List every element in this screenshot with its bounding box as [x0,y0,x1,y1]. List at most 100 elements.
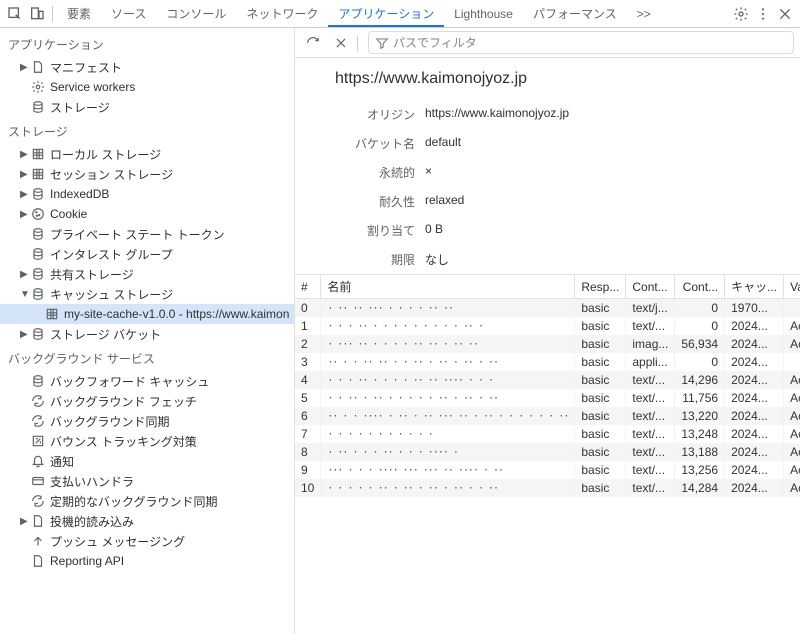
tree-item-label: マニフェスト [50,59,122,76]
tree-item[interactable]: ▼ キャッシュ ストレージ [0,284,294,304]
tree-item[interactable]: ▶セッション ストレージ [0,164,294,184]
file-icon [30,513,46,529]
table-row[interactable]: 9 ··· · · · ···· ··· ··· ·· ···· · ·· ba… [295,461,800,479]
table-row[interactable]: 0 · ·· ·· ··· · · · · ·· ··basictext/j..… [295,299,800,318]
refresh-icon[interactable] [301,31,325,55]
tree-item[interactable]: バックグラウンド フェッチ [0,391,294,411]
tree-item[interactable]: ▶ 共有ストレージ [0,264,294,284]
tree-item[interactable]: バックグラウンド同期 [0,411,294,431]
property-value: https://www.kaimonojyoz.jp [425,106,569,123]
expand-arrow-icon[interactable]: ▶ [20,62,30,73]
kebab-icon[interactable] [752,3,774,25]
filter-input[interactable]: パスでフィルタ [368,31,794,54]
tab-network[interactable]: ネットワーク [236,1,328,26]
tab-console[interactable]: コンソール [156,1,236,26]
expand-arrow-icon[interactable]: ▼ [20,289,30,300]
tree-item[interactable]: ストレージ [0,97,294,117]
table-row[interactable]: 5 · · ·· · ·· · · · · · ·· · ·· · ·· bas… [295,389,800,407]
tree-item[interactable]: バックフォワード キャッシュ [0,371,294,391]
settings-icon[interactable] [730,3,752,25]
tree-item[interactable]: 支払いハンドラ [0,471,294,491]
tree-item[interactable]: ▶ストレージ バケット [0,324,294,344]
expand-arrow-icon[interactable]: ▶ [20,269,30,280]
column-header[interactable]: キャッ... [725,275,784,299]
tree-item[interactable]: 定期的なバックグラウンド同期 [0,491,294,511]
file-icon [30,553,46,569]
section-title: アプリケーション [0,30,294,57]
property-value: × [425,164,432,181]
tree-item-label: 定期的なバックグラウンド同期 [50,493,218,510]
tab-lighthouse[interactable]: Lighthouse [444,3,523,25]
expand-arrow-icon[interactable]: ▶ [20,209,30,220]
db-icon [30,286,46,302]
bounce-icon [30,433,46,449]
expand-arrow-icon[interactable]: ▶ [20,169,30,180]
tree-item[interactable]: ▶投機的読み込み [0,511,294,531]
property-row: 期限なし [315,245,800,274]
close-icon[interactable] [774,3,796,25]
column-header[interactable]: # [295,275,321,299]
column-header[interactable]: Cont... [675,275,725,299]
inspect-icon[interactable] [4,3,26,25]
tree-item-label: バックフォワード キャッシュ [50,373,209,390]
table-row[interactable]: 3 ·· · · ·· ·· · · ·· · ·· · ·· · ··basi… [295,353,800,371]
db-icon [30,226,46,242]
tree-item[interactable]: ▶ Cookie [0,204,294,224]
tree-item[interactable]: Reporting API [0,551,294,571]
property-row: 耐久性relaxed [315,187,800,216]
tab-elements[interactable]: 要素 [57,1,101,26]
expand-arrow-icon[interactable]: ▶ [20,516,30,527]
table-row[interactable]: 2 · ··· ·· · · · · ·· ·· · ·· ·· basicim… [295,335,800,353]
property-label: 永続的 [315,164,425,181]
table-row[interactable]: 7 · · · · · · · · · · ·basictext/...13,2… [295,425,800,443]
section-title: バックグラウンド サービス [0,344,294,371]
tree-item[interactable]: Service workers [0,77,294,97]
tree-item-label: キャッシュ ストレージ [50,286,173,303]
column-header[interactable]: Vary ... [784,275,800,299]
sync-icon [30,493,46,509]
tree-item[interactable]: ▶ローカル ストレージ [0,144,294,164]
tree-item-label: 共有ストレージ [50,266,134,283]
tab-more[interactable]: >> [627,3,661,25]
table-row[interactable]: 4 · · · ·· · · · · ·· ·· ···· · · · basi… [295,371,800,389]
sync-icon [30,393,46,409]
table-row[interactable]: 8· ·· · · · ·· · · · ···· · basictext/..… [295,443,800,461]
tree-item[interactable]: バウンス トラッキング対策 [0,431,294,451]
application-sidebar: アプリケーション▶マニフェストService workersストレージストレージ… [0,28,295,634]
cookie-icon [30,206,46,222]
tree-item[interactable]: プッシュ メッセージング [0,531,294,551]
expand-arrow-icon[interactable]: ▶ [20,329,30,340]
db-icon [30,246,46,262]
tree-item[interactable]: 通知 [0,451,294,471]
tree-item-label: IndexedDB [50,187,109,201]
column-header[interactable]: 名前 [321,275,575,299]
cache-title: https://www.kaimonojyoz.jp [295,58,800,100]
delete-icon[interactable] [329,31,353,55]
table-row[interactable]: 1 · · · ·· · · · · · · · · · ·· · basict… [295,317,800,335]
tree-item-label: my-site-cache-v1.0.0 - https://www.kaimo… [64,307,289,321]
cache-entries-grid: #名前Resp...Cont...Cont...キャッ...Vary ... 0… [295,274,800,634]
tree-item[interactable]: ▶ マニフェスト [0,57,294,77]
expand-arrow-icon[interactable]: ▶ [20,149,30,160]
tree-item[interactable]: プライベート ステート トークン [0,224,294,244]
db-icon [30,326,46,342]
tab-performance[interactable]: パフォーマンス [523,1,627,26]
table-row[interactable]: 6·· · · ···· · ·· · ·· ··· ·· · ·· · · ·… [295,407,800,425]
tab-sources[interactable]: ソース [101,1,156,26]
column-header[interactable]: Cont... [626,275,675,299]
tree-item[interactable]: ▶ IndexedDB [0,184,294,204]
column-header[interactable]: Resp... [575,275,626,299]
table-row[interactable]: 10 · · · · · ·· · ·· · ·· · ·· · · ·· ba… [295,479,800,497]
db-icon [30,266,46,282]
property-value: 0 B [425,222,443,239]
bell-icon [30,453,46,469]
tree-item-label: 支払いハンドラ [50,473,134,490]
tree-item-label: Cookie [50,207,87,221]
tree-item[interactable]: インタレスト グループ [0,244,294,264]
property-label: 耐久性 [315,193,425,210]
expand-arrow-icon[interactable]: ▶ [20,189,30,200]
device-toggle-icon[interactable] [26,3,48,25]
tree-item[interactable]: my-site-cache-v1.0.0 - https://www.kaimo… [0,304,294,324]
tab-application[interactable]: アプリケーション [328,1,444,27]
property-row: 永続的× [315,158,800,187]
